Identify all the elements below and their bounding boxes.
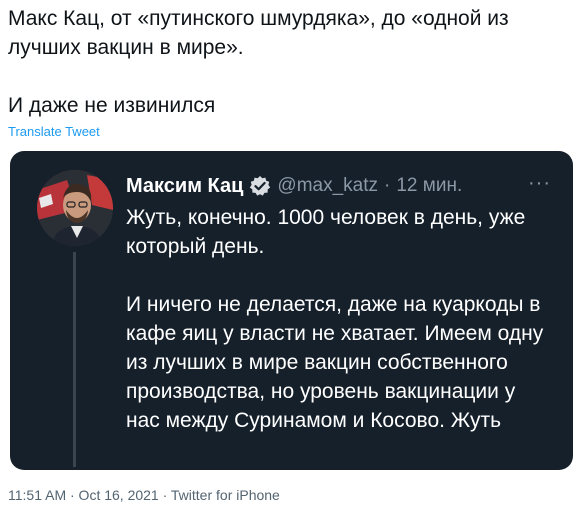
embedded-tweet-screenshot: Максим Кац @max_katz · 12 мин. ··· Жуть,… <box>10 151 573 470</box>
more-options-icon[interactable]: ··· <box>528 172 551 195</box>
verified-badge-icon <box>249 175 271 197</box>
embedded-tweet-body: Жуть, конечно. 1000 человек в день, уже … <box>126 206 544 432</box>
separator-dot: · <box>384 175 391 196</box>
author-name[interactable]: Максим Кац <box>126 175 243 198</box>
tweet-meta[interactable]: 11:51 AM · Oct 16, 2021 · Twitter for iP… <box>8 487 280 503</box>
tweet-time[interactable]: 12 мин. <box>396 175 462 197</box>
thread-line <box>73 252 76 467</box>
embedded-tweet-header: Максим Кац @max_katz · 12 мин. <box>126 175 462 197</box>
author-handle[interactable]: @max_katz <box>277 175 378 197</box>
avatar <box>37 170 113 246</box>
tweet-text: Макс Кац, от «путинского шмурдяка», до «… <box>8 7 509 117</box>
translate-tweet-link[interactable]: Translate Tweet <box>8 124 100 139</box>
